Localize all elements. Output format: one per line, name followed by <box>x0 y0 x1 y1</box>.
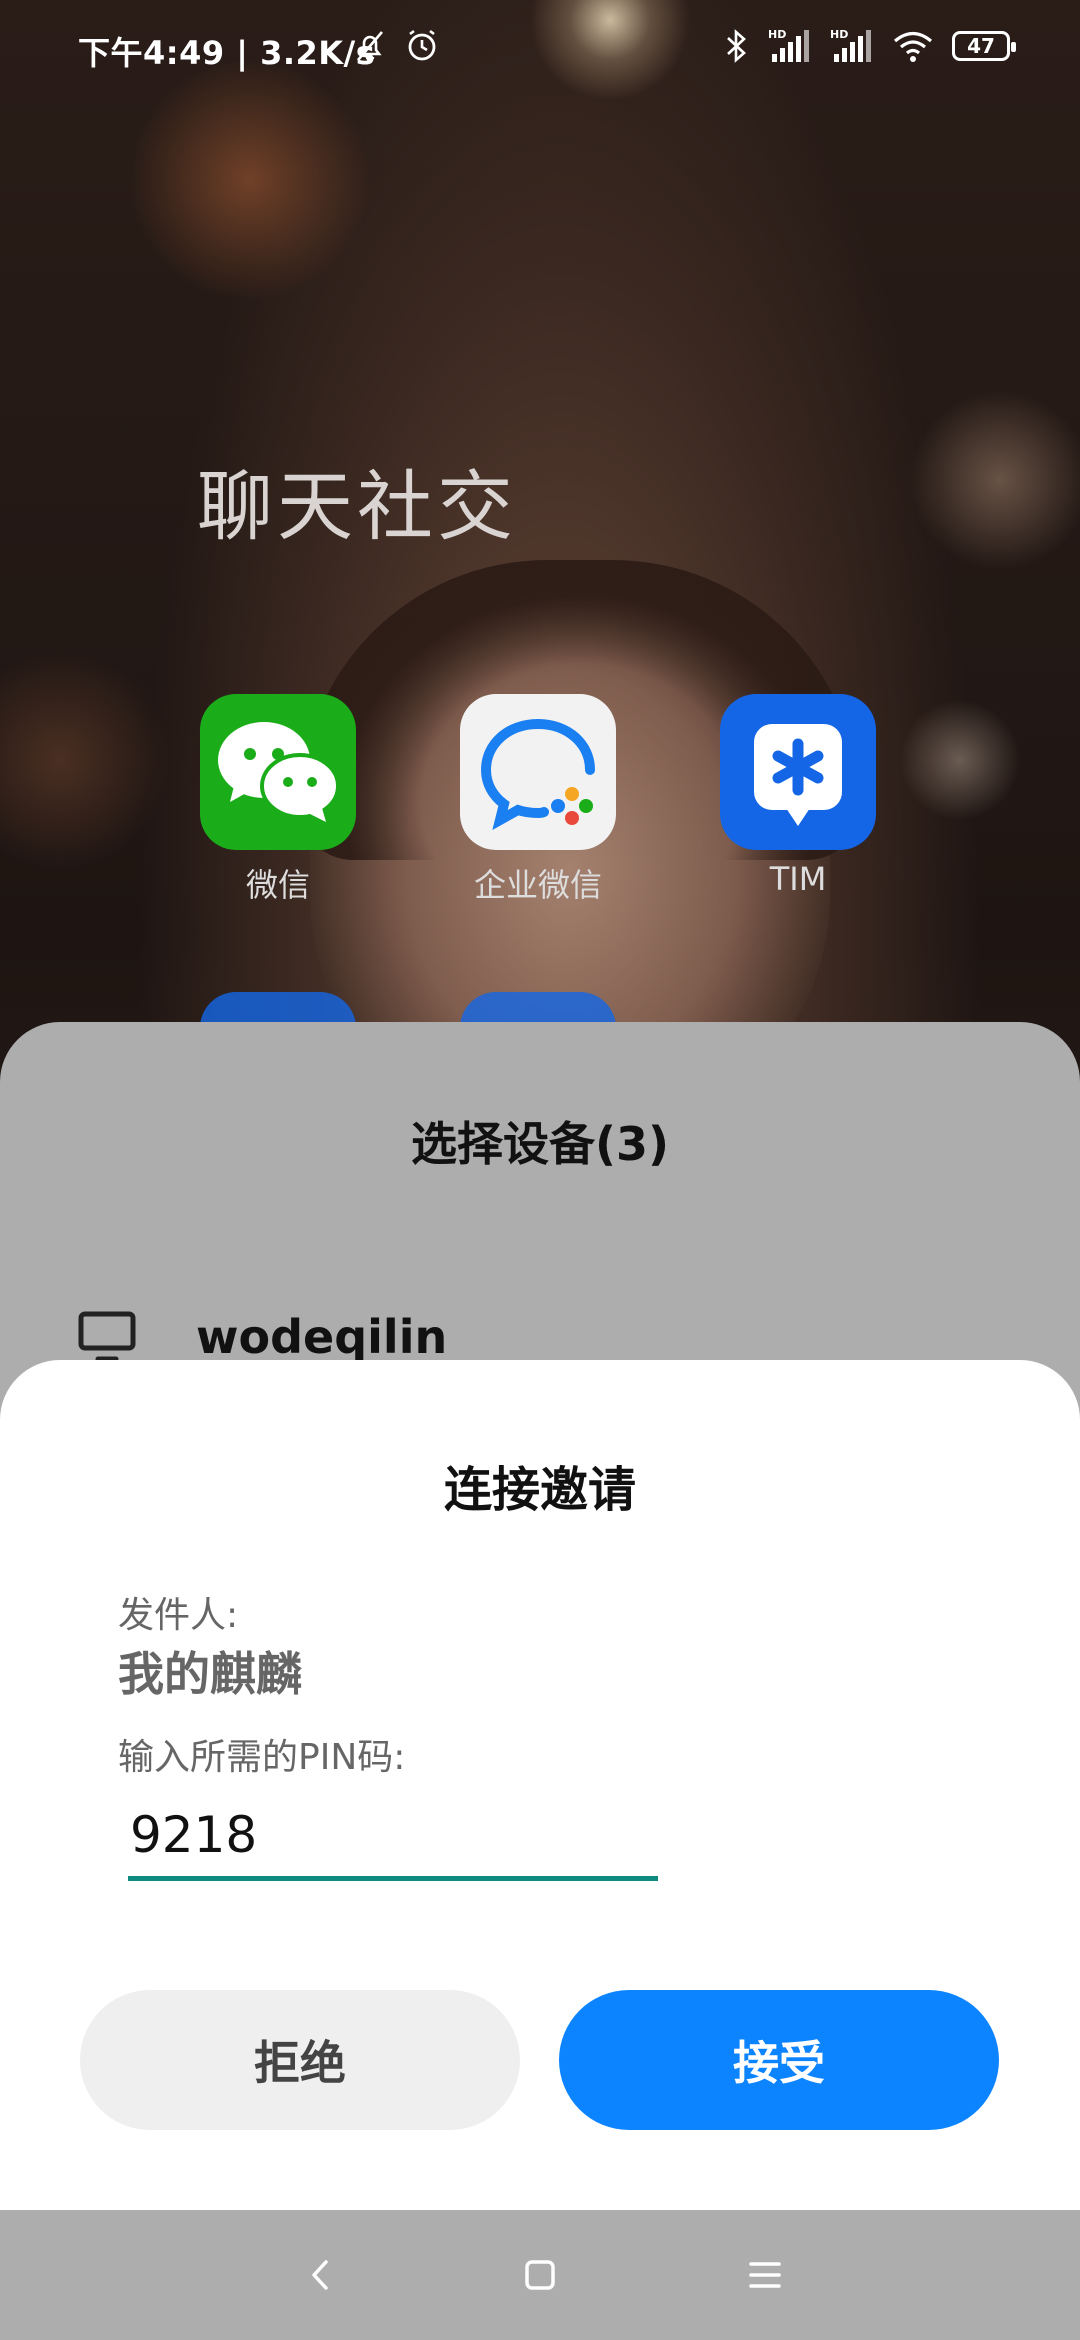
alarm-icon <box>408 29 436 61</box>
connection-invite-dialog: 连接邀请 发件人: 我的麒麟 输入所需的PIN码: 拒绝 接受 <box>0 1360 1080 2210</box>
app-label: TIM <box>769 860 827 898</box>
status-bar: 下午4:49 | 3.2K/s HD HD 47 <box>0 0 1080 100</box>
home-icon[interactable] <box>515 2250 565 2300</box>
monitor-icon <box>78 1311 136 1362</box>
app-label: 企业微信 <box>473 866 602 904</box>
tim-icon <box>720 694 876 850</box>
svg-text:HD: HD <box>768 28 786 41</box>
battery-icon: 47 <box>952 31 1016 61</box>
device-item[interactable]: wodeqilin <box>78 1307 447 1367</box>
menu-icon[interactable] <box>740 2250 790 2300</box>
bluetooth-icon <box>727 29 746 63</box>
sender-name: 我的麒麟 <box>118 1647 302 1701</box>
app-wechat[interactable]: 微信 <box>200 694 356 906</box>
navigation-bar <box>0 2210 1080 2340</box>
svg-text:HD: HD <box>830 28 848 41</box>
app-label: 微信 <box>245 866 310 904</box>
wechat-icon <box>200 694 356 850</box>
battery-level: 47 <box>967 34 995 58</box>
app-wecom[interactable]: 企业微信 <box>460 694 616 906</box>
app-tim[interactable]: TIM <box>720 694 876 898</box>
muted-bell-icon <box>357 31 383 62</box>
folder-title: 聊天社交 <box>197 462 517 551</box>
status-time: 下午4:49 | 3.2K/s <box>78 34 376 72</box>
back-icon[interactable] <box>295 2250 345 2300</box>
accept-button[interactable]: 接受 <box>559 1990 999 2130</box>
reject-button[interactable]: 拒绝 <box>80 1990 520 2130</box>
wifi-icon <box>893 31 933 62</box>
sender-label: 发件人: <box>118 1595 239 1636</box>
device-name: wodeqilin <box>196 1310 448 1364</box>
signal-hd-icon-2: HD <box>830 28 871 62</box>
signal-hd-icon-1: HD <box>768 28 809 62</box>
dialog-title: 连接邀请 <box>443 1462 636 1518</box>
wecom-icon <box>460 694 616 850</box>
pin-label: 输入所需的PIN码: <box>118 1737 406 1778</box>
sheet-title: 选择设备(3) <box>410 1117 670 1171</box>
pin-input[interactable] <box>128 1800 658 1881</box>
